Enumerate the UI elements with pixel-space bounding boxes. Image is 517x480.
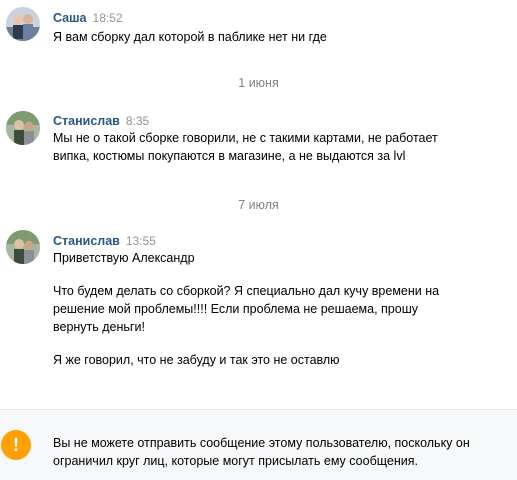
message-text: Приветствую Александр Что будем делать с… — [53, 249, 463, 384]
avatar[interactable] — [6, 111, 40, 145]
write-restriction-notice: ! Вы не можете отправить сообщение этому… — [0, 409, 517, 480]
message-paragraph: Я же говорил, что не забуду и так это не… — [53, 353, 340, 367]
message-time[interactable]: 13:55 — [126, 234, 156, 248]
author-name[interactable]: Саша — [53, 11, 87, 25]
exclamation-icon: ! — [1, 430, 31, 460]
message-paragraph: Приветствую Александр — [53, 251, 195, 265]
avatar[interactable] — [6, 230, 40, 264]
date-separator: 1 июня — [238, 76, 279, 90]
author-name[interactable]: Станислав — [53, 234, 120, 248]
date-separator: 7 июля — [238, 198, 279, 212]
message-time[interactable]: 18:52 — [93, 11, 123, 25]
avatar[interactable] — [6, 7, 40, 41]
author-name[interactable]: Станислав — [53, 114, 120, 128]
message-text: Я вам сборку дал которой в паблике нет н… — [53, 28, 483, 61]
message-time[interactable]: 8:35 — [126, 114, 149, 128]
message-paragraph: Мы не о такой сборке говорили, не с таки… — [53, 131, 438, 163]
message-text: Мы не о такой сборке говорили, не с таки… — [53, 129, 463, 180]
notice-text: Вы не можете отправить сообщение этому п… — [53, 436, 470, 468]
message-history: Саша 18:52 Я вам сборку дал которой в паб… — [0, 0, 517, 405]
message-paragraph: Что будем делать со сборкой? Я специальн… — [53, 284, 440, 334]
message-paragraph: Я вам сборку дал которой в паблике нет н… — [53, 30, 327, 44]
